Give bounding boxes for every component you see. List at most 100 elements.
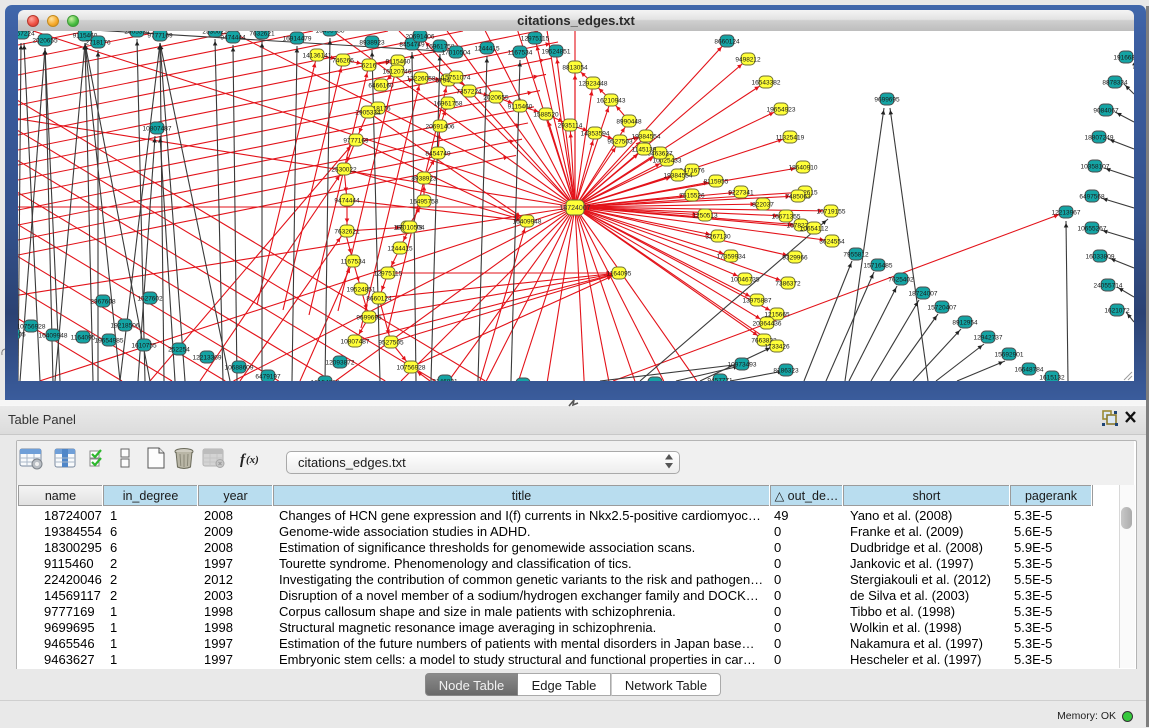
svg-text:8660124: 8660124 [366,296,392,303]
svg-text:18724007: 18724007 [909,291,938,298]
svg-text:9146821: 9146821 [432,379,458,382]
svg-text:9527505: 9527505 [378,340,404,347]
svg-text:9474444: 9474444 [220,35,246,42]
svg-text:1621072: 1621072 [1104,308,1130,315]
svg-text:8938923: 8938923 [411,176,437,183]
svg-text:1527602: 1527602 [137,296,163,303]
svg-text:16120746: 16120746 [383,69,412,76]
svg-text:3267130: 3267130 [705,234,731,241]
svg-text:7625402: 7625402 [888,277,914,284]
svg-text:15716485: 15716485 [864,263,893,270]
svg-text:18807249: 18807249 [1085,135,1114,142]
svg-text:16648784: 16648784 [1015,367,1044,374]
svg-text:1167534: 1167534 [341,259,366,266]
svg-text:8912954: 8912954 [952,320,978,327]
svg-text:10655267: 10655267 [1078,226,1107,233]
svg-text:16495758: 16495758 [316,31,345,35]
svg-text:6479197: 6479197 [255,374,281,381]
svg-text:20364436: 20364436 [753,321,782,328]
svg-text:10807487: 10807487 [341,339,370,346]
svg-text:18724007: 18724007 [559,205,590,212]
svg-text:9115460: 9115460 [386,59,411,66]
svg-text:12942737: 12942737 [974,335,1003,342]
svg-text:10973493: 10973493 [728,362,757,369]
svg-text:10654112: 10654112 [800,226,829,233]
svg-text:20691406: 20691406 [426,124,455,131]
svg-text:16914479: 16914479 [283,36,312,43]
svg-text:1250513: 1250513 [692,213,718,220]
svg-text:16543382: 16543382 [752,80,781,87]
svg-text:9474444: 9474444 [334,198,360,205]
svg-text:12213369: 12213369 [193,355,222,362]
svg-text:746266: 746266 [332,58,354,65]
svg-text:1164095: 1164095 [607,271,632,278]
svg-text:(x): (x) [246,454,259,466]
svg-text:2530022: 2530022 [331,167,357,174]
svg-text:7632621: 7632621 [334,229,360,236]
svg-text:6497568: 6497568 [1079,194,1105,201]
svg-text:9527505: 9527505 [18,332,26,339]
svg-text:12975115: 12975115 [521,36,550,43]
svg-text:17010504: 17010504 [396,225,425,232]
svg-text:3624554: 3624554 [819,239,845,246]
svg-text:2718176: 2718176 [85,40,111,47]
svg-text:8454749: 8454749 [399,42,425,49]
svg-text:1145139: 1145139 [632,147,657,154]
svg-text:13975887: 13975887 [743,298,772,305]
svg-text:1244415: 1244415 [474,46,500,53]
svg-text:9777169: 9777169 [147,33,173,40]
svg-text:15751074: 15751074 [442,75,471,82]
svg-text:10688609: 10688609 [225,365,254,372]
svg-text:1167534: 1167534 [508,50,533,57]
svg-text:16033809: 16033809 [1086,254,1115,261]
svg-text:1733426: 1733426 [764,344,790,351]
svg-text:24055714: 24055714 [1094,283,1123,290]
svg-text:7955812: 7955812 [843,252,869,259]
svg-text:2935114: 2935114 [558,123,583,130]
svg-text:11325419: 11325419 [776,135,805,142]
svg-text:17957255: 17957255 [641,381,670,382]
svg-text:12923448: 12923448 [579,81,608,88]
svg-text:17010504: 17010504 [442,50,471,57]
svg-text:1244415: 1244415 [387,246,413,253]
svg-text:7386372: 7386372 [775,281,801,288]
svg-text:8878334: 8878334 [1102,80,1128,87]
svg-text:822037: 822037 [752,202,774,209]
svg-text:7632621: 7632621 [249,31,275,38]
svg-text:8454749: 8454749 [425,151,451,158]
svg-text:8660124: 8660124 [714,39,740,46]
svg-text:19654985: 19654985 [95,338,124,345]
svg-text:12213967: 12213967 [1052,210,1081,217]
svg-text:10358107: 10358107 [1081,164,1110,171]
svg-text:12975115: 12975115 [374,271,403,278]
svg-text:19654923: 19654923 [767,107,796,114]
svg-text:7515526: 7515526 [679,193,705,200]
svg-text:9699695: 9699695 [874,97,900,104]
svg-text:2967608: 2967608 [90,299,116,306]
svg-text:9527503: 9527503 [607,139,633,146]
svg-text:16210943: 16210943 [597,98,626,105]
svg-text:14353594: 14353594 [581,131,610,138]
svg-text:8938923: 8938923 [359,40,385,47]
svg-text:16409948: 16409948 [513,219,542,226]
svg-text:16495758: 16495758 [410,199,439,206]
svg-text:19218506: 19218506 [111,323,140,330]
svg-text:1164095: 1164095 [71,335,96,342]
svg-text:6466160: 6466160 [368,83,394,90]
svg-text:9457771: 9457771 [707,378,733,382]
svg-text:1615132: 1615132 [1039,375,1065,382]
svg-text:19524851: 19524851 [542,49,571,56]
svg-text:9115460: 9115460 [508,104,533,111]
svg-text:9329966: 9329966 [782,255,808,262]
svg-text:8990448: 8990448 [616,119,642,126]
svg-text:10046735: 10046735 [731,277,760,284]
svg-text:18640910: 18640910 [789,165,818,172]
svg-text:8813054: 8813054 [562,65,588,72]
svg-text:10756928: 10756928 [18,324,46,331]
svg-text:19524851: 19524851 [347,287,376,294]
svg-text:15720407: 15720407 [928,305,957,312]
svg-text:9084067: 9084067 [1093,108,1119,115]
svg-text:1610755: 1610755 [131,343,157,350]
svg-text:10756928: 10756928 [397,365,426,372]
svg-text:20691406: 20691406 [406,34,435,41]
